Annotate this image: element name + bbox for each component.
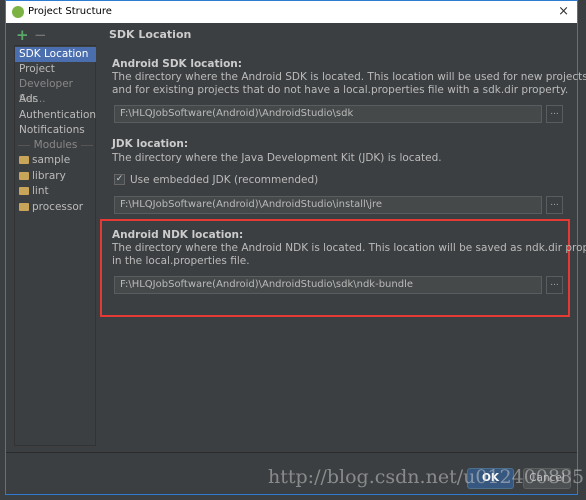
- sidebar-item-sample[interactable]: sample: [15, 153, 96, 168]
- jdk-path-input[interactable]: F:\HLQJobSoftware(Android)\AndroidStudio…: [114, 196, 542, 214]
- sidebar-item-processor[interactable]: processor: [15, 200, 96, 215]
- android-ndk-desc-2: in the local.properties file.: [112, 255, 250, 267]
- sidebar-item-notifications[interactable]: Notifications: [15, 123, 96, 138]
- sidebar-item-sdk-location[interactable]: SDK Location: [15, 47, 96, 62]
- sidebar-group-developer-services: Developer Ser...: [19, 78, 74, 105]
- embedded-jdk-label[interactable]: Use embedded JDK (recommended): [130, 174, 318, 186]
- android-ndk-path-input[interactable]: F:\HLQJobSoftware(Android)\AndroidStudio…: [114, 276, 542, 294]
- android-sdk-path-input[interactable]: F:\HLQJobSoftware(Android)\AndroidStudio…: [114, 105, 542, 123]
- module-label: library: [32, 170, 66, 182]
- sdk-browse-button[interactable]: ...: [546, 105, 563, 123]
- module-label: sample: [32, 154, 71, 166]
- window-title: Project Structure: [28, 6, 112, 17]
- module-label: processor: [32, 201, 84, 213]
- sidebar-item-lint[interactable]: lint: [15, 184, 96, 199]
- sidebar-item-library[interactable]: library: [15, 169, 96, 184]
- module-folder-icon: [19, 187, 29, 195]
- android-sdk-desc-1: The directory where the Android SDK is l…: [112, 71, 586, 83]
- jdk-browse-button[interactable]: ...: [546, 196, 563, 214]
- sidebar-group-modules: Modules: [15, 138, 96, 153]
- embedded-jdk-checkbox[interactable]: ✓: [114, 174, 125, 185]
- add-icon[interactable]: +: [16, 26, 29, 44]
- module-label: lint: [32, 185, 49, 197]
- android-sdk-label: Android SDK location:: [112, 58, 242, 70]
- ndk-browse-button[interactable]: ...: [546, 276, 563, 294]
- remove-icon[interactable]: −: [34, 26, 47, 44]
- android-ndk-desc-1: The directory where the Android NDK is l…: [112, 242, 586, 254]
- jdk-desc: The directory where the Java Development…: [112, 152, 442, 164]
- sidebar: SDK Location Project Developer Ser... Ad…: [14, 45, 96, 446]
- sidebar-item-ads[interactable]: Ads: [15, 92, 96, 107]
- modules-label: Modules: [33, 139, 78, 151]
- title-bar: Project Structure ×: [6, 1, 577, 23]
- jdk-label: JDK location:: [112, 138, 189, 150]
- module-folder-icon: [19, 156, 29, 164]
- close-icon[interactable]: ×: [558, 4, 569, 19]
- project-structure-dialog: Project Structure × + − SDK Location Pro…: [5, 0, 586, 495]
- module-folder-icon: [19, 203, 29, 211]
- footer-divider: [6, 452, 577, 453]
- page-title: SDK Location: [109, 28, 192, 41]
- watermark: http://blog.csdn.net/u012400885: [268, 466, 585, 488]
- sidebar-item-authentication[interactable]: Authentication: [15, 108, 96, 123]
- sidebar-item-project[interactable]: Project: [15, 62, 96, 77]
- android-ndk-label: Android NDK location:: [112, 229, 244, 241]
- android-sdk-desc-2: and for existing projects that do not ha…: [112, 84, 569, 96]
- library-folder-icon: [19, 172, 29, 180]
- android-studio-icon: [12, 6, 24, 18]
